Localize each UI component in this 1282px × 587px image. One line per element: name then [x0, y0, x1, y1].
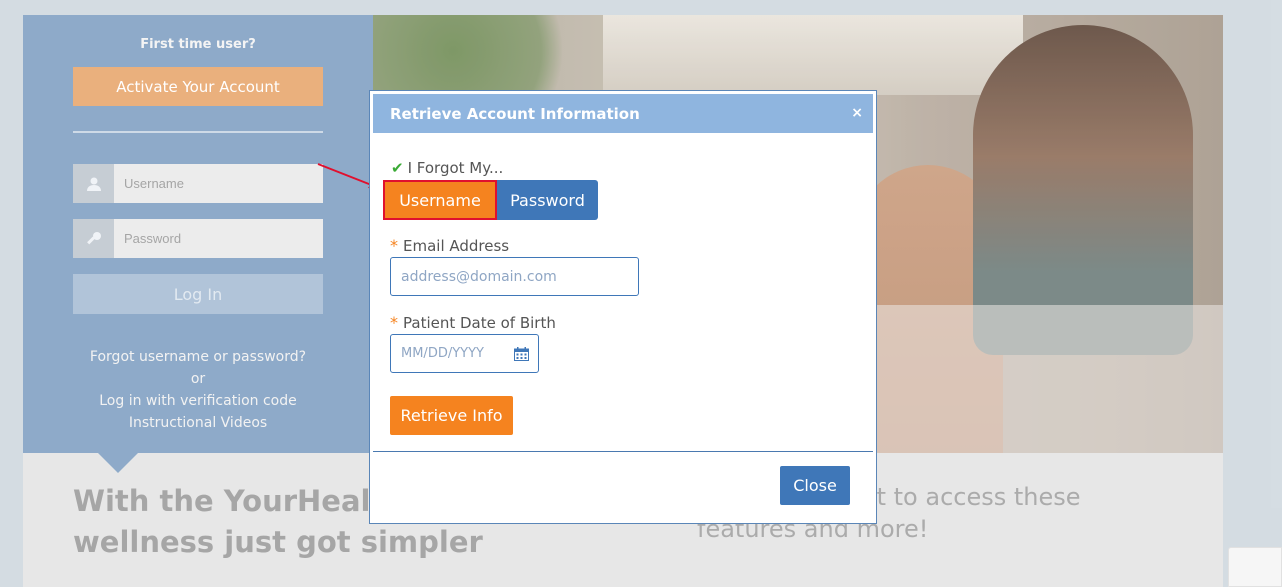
modal-header: Retrieve Account Information × — [373, 94, 873, 133]
dob-input[interactable]: MM/DD/YYYY — [390, 334, 539, 373]
forgot-label-text: I Forgot My... — [407, 159, 504, 177]
check-icon: ✔ — [391, 159, 404, 177]
calendar-icon[interactable] — [514, 347, 529, 361]
required-marker: * — [390, 236, 398, 255]
dob-placeholder: MM/DD/YYYY — [401, 346, 484, 361]
close-button[interactable]: Close — [780, 466, 850, 505]
required-marker: * — [390, 313, 398, 332]
modal-divider — [373, 451, 873, 452]
forgot-label: ✔ I Forgot My... — [391, 159, 503, 177]
retrieve-info-button[interactable]: Retrieve Info — [390, 396, 513, 435]
dob-label: * Patient Date of Birth — [390, 313, 556, 332]
close-icon[interactable]: × — [851, 106, 863, 120]
email-label: * Email Address — [390, 236, 509, 255]
email-input[interactable]: address@domain.com — [390, 257, 639, 296]
forgot-toggle: Username Password — [383, 180, 598, 220]
email-label-text: Email Address — [403, 236, 510, 255]
password-toggle-button[interactable]: Password — [497, 180, 598, 220]
modal-title: Retrieve Account Information — [390, 104, 640, 123]
email-placeholder: address@domain.com — [401, 268, 557, 285]
dob-label-text: Patient Date of Birth — [403, 313, 556, 332]
username-toggle-button[interactable]: Username — [383, 180, 497, 220]
retrieve-account-modal: Retrieve Account Information × ✔ I Forgo… — [369, 90, 877, 524]
